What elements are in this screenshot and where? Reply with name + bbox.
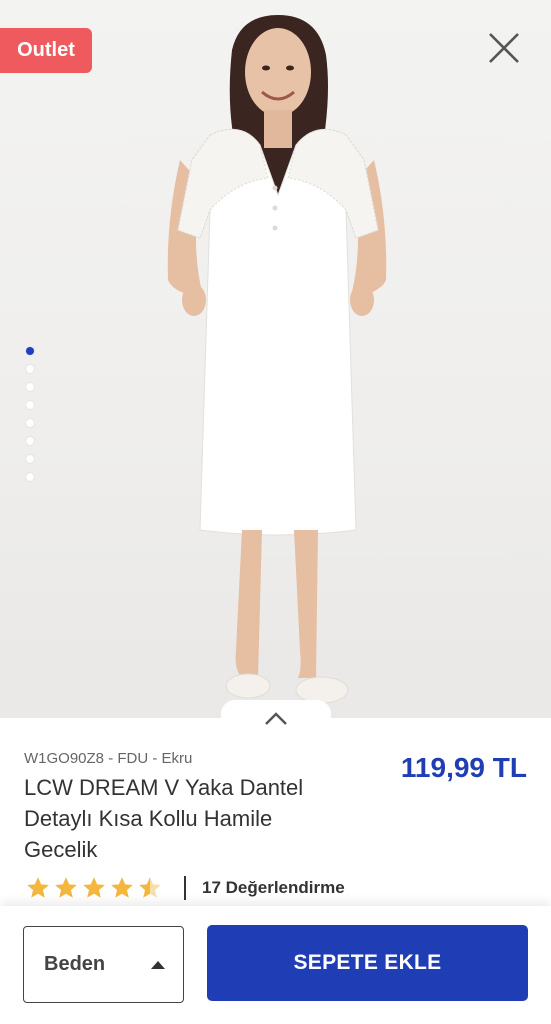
- size-dropdown-label: Beden: [44, 953, 106, 975]
- gallery-dot-8[interactable]: [26, 473, 34, 481]
- size-dropdown[interactable]: Beden: [23, 926, 184, 1003]
- chevron-up-icon: [265, 712, 287, 725]
- gallery-dot-5[interactable]: [26, 419, 34, 427]
- star-icon: [111, 877, 133, 898]
- gallery-dot-3[interactable]: [26, 383, 34, 391]
- gallery-dot-1[interactable]: [26, 347, 34, 355]
- rating-stars: [24, 875, 164, 901]
- gallery-dot-2[interactable]: [26, 365, 34, 373]
- star-icon: [27, 877, 49, 898]
- star-half-icon: [139, 877, 161, 898]
- review-count[interactable]: 17 Değerlendirme: [202, 878, 345, 898]
- gallery-dot-4[interactable]: [26, 401, 34, 409]
- rating-divider: [184, 876, 186, 900]
- product-title: LCW DREAM V Yaka Dantel Detaylı Kısa Kol…: [24, 775, 304, 862]
- bottom-action-bar: Beden SEPETE EKLE: [0, 906, 551, 1024]
- outlet-badge: Outlet: [0, 28, 92, 73]
- gallery-dot-7[interactable]: [26, 455, 34, 463]
- star-icon: [55, 877, 77, 898]
- gallery-pagination: [26, 347, 36, 491]
- expand-details-tab[interactable]: [221, 700, 331, 738]
- star-icon: [83, 877, 105, 898]
- product-image-gallery[interactable]: Outlet: [0, 0, 551, 718]
- add-to-cart-button[interactable]: SEPETE EKLE: [207, 925, 528, 1001]
- product-photo: [167, 15, 387, 704]
- product-sku: W1GO90Z8 - FDU - Ekru: [24, 750, 193, 767]
- caret-up-icon: [151, 961, 165, 969]
- gallery-dot-6[interactable]: [26, 437, 34, 445]
- product-rating[interactable]: 17 Değerlendirme: [24, 874, 345, 902]
- product-price: 119,99 TL: [400, 752, 527, 783]
- close-icon[interactable]: [484, 28, 524, 68]
